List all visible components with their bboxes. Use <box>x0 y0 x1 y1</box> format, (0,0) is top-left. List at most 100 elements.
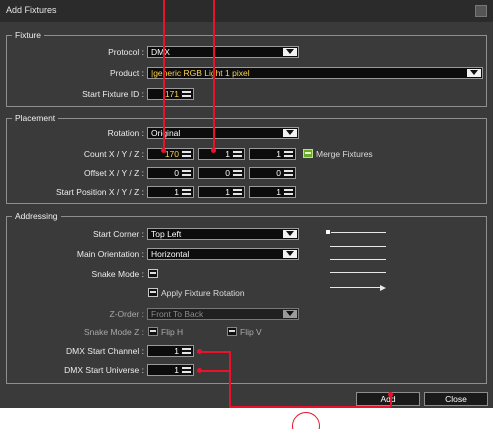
spinner-icon[interactable] <box>181 365 192 375</box>
main-orientation-label: Main Orientation : <box>76 249 144 259</box>
spinner-icon[interactable] <box>232 168 243 178</box>
snake-mode-label: Snake Mode : <box>91 269 144 279</box>
preview-start-dot <box>326 230 330 234</box>
main-orientation-dropdown[interactable]: Horizontal <box>147 248 299 260</box>
dmx-start-channel-value: 1 <box>174 346 179 356</box>
start-position-y-value: 1 <box>225 187 230 197</box>
addressing-group: Addressing <box>6 211 487 384</box>
spinner-icon[interactable] <box>232 149 243 159</box>
annotation-line <box>213 0 215 150</box>
title-bar: Add Fixtures <box>0 0 493 22</box>
merge-fixtures-checkbox[interactable] <box>303 149 313 158</box>
preview-line <box>331 232 386 233</box>
spinner-icon[interactable] <box>181 187 192 197</box>
start-fixture-id-label: Start Fixture ID : <box>82 89 144 99</box>
dmx-start-channel-input[interactable]: 1 <box>147 345 194 357</box>
dmx-start-universe-value: 1 <box>174 365 179 375</box>
preview-arrow-icon <box>380 285 386 291</box>
annotation-line <box>200 351 230 353</box>
chevron-down-icon <box>283 48 297 56</box>
close-button[interactable]: Close <box>424 392 488 406</box>
annotation-dot <box>197 349 202 354</box>
offset-z-input[interactable]: 0 <box>249 167 296 179</box>
flip-h-label: Flip H <box>161 327 184 337</box>
annotation-line <box>229 351 231 407</box>
offset-y-input[interactable]: 0 <box>198 167 245 179</box>
dmx-start-universe-label: DMX Start Universe : <box>64 365 144 375</box>
placement-group-label: Placement <box>12 113 59 124</box>
start-position-y-input[interactable]: 1 <box>198 186 245 198</box>
start-corner-label: Start Corner : <box>92 229 144 239</box>
rotation-dropdown[interactable]: Original <box>147 127 299 139</box>
main-orientation-value: Horizontal <box>151 249 190 259</box>
count-z-input[interactable]: 1 <box>249 148 296 160</box>
protocol-label: Protocol : <box>108 47 144 57</box>
spinner-icon[interactable] <box>181 168 192 178</box>
close-button-label: Close <box>445 394 467 404</box>
spinner-icon[interactable] <box>283 187 294 197</box>
start-corner-dropdown[interactable]: Top Left <box>147 228 299 240</box>
rotation-value: Original <box>151 128 181 138</box>
count-y-value: 1 <box>225 149 230 159</box>
dmx-start-channel-label: DMX Start Channel : <box>66 346 144 356</box>
count-z-value: 1 <box>276 149 281 159</box>
product-label: Product : <box>109 68 144 78</box>
start-position-x-value: 1 <box>174 187 179 197</box>
add-fixtures-dialog: Add Fixtures Fixture Protocol : DMX Prod… <box>0 0 493 408</box>
product-dropdown[interactable]: |generic RGB Light 1 pixel <box>147 67 483 79</box>
spinner-icon[interactable] <box>283 168 294 178</box>
start-fixture-id-value: 171 <box>164 89 179 99</box>
annotation-circle <box>292 412 320 429</box>
offset-y-value: 0 <box>225 168 230 178</box>
window-close-icon[interactable] <box>475 5 487 17</box>
spinner-icon[interactable] <box>181 346 192 356</box>
offset-z-value: 0 <box>276 168 281 178</box>
flip-h-checkbox[interactable] <box>148 327 158 336</box>
merge-fixtures-label: Merge Fixtures <box>316 149 373 159</box>
annotation-dot <box>161 148 166 153</box>
annotation-line <box>200 370 230 372</box>
count-x-input[interactable]: 170 <box>147 148 194 160</box>
product-value: |generic RGB Light 1 pixel <box>151 68 250 78</box>
start-position-z-input[interactable]: 1 <box>249 186 296 198</box>
count-x-value: 170 <box>164 149 179 159</box>
protocol-value: DMX <box>151 47 170 57</box>
offset-label: Offset X / Y / Z : <box>84 168 144 178</box>
protocol-dropdown[interactable]: DMX <box>147 46 299 58</box>
snake-mode-z-label: Snake Mode Z : <box>83 327 144 337</box>
window-title: Add Fixtures <box>6 5 57 15</box>
start-position-label: Start Position X / Y / Z : <box>55 187 144 197</box>
chevron-down-icon <box>467 69 481 77</box>
offset-x-input[interactable]: 0 <box>147 167 194 179</box>
dmx-start-universe-input[interactable]: 1 <box>147 364 194 376</box>
rotation-label: Rotation : <box>107 128 144 138</box>
start-corner-value: Top Left <box>151 229 182 239</box>
chevron-down-icon <box>283 250 297 258</box>
apply-fixture-rotation-checkbox[interactable] <box>148 288 158 297</box>
preview-line <box>330 246 386 247</box>
annotation-line <box>163 0 165 150</box>
annotation-dot <box>211 148 216 153</box>
apply-fixture-rotation-label: Apply Fixture Rotation <box>161 288 245 298</box>
spinner-icon[interactable] <box>181 89 192 99</box>
chevron-down-icon <box>283 310 297 318</box>
fixture-group-label: Fixture <box>12 30 44 41</box>
preview-line <box>330 272 386 273</box>
chevron-down-icon <box>283 230 297 238</box>
annotation-line <box>229 406 391 408</box>
start-position-x-input[interactable]: 1 <box>147 186 194 198</box>
spinner-icon[interactable] <box>181 149 192 159</box>
spinner-icon[interactable] <box>283 149 294 159</box>
preview-line <box>330 259 386 260</box>
spinner-icon[interactable] <box>232 187 243 197</box>
chevron-down-icon <box>283 129 297 137</box>
z-order-label: Z-Order : <box>109 309 144 319</box>
z-order-dropdown[interactable]: Front To Back <box>147 308 299 320</box>
snake-mode-checkbox[interactable] <box>148 269 158 278</box>
count-label: Count X / Y / Z : <box>83 149 144 159</box>
flip-v-label: Flip V <box>240 327 262 337</box>
count-y-input[interactable]: 1 <box>198 148 245 160</box>
flip-v-checkbox[interactable] <box>227 327 237 336</box>
start-fixture-id-input[interactable]: 171 <box>147 88 194 100</box>
z-order-value: Front To Back <box>151 309 204 319</box>
